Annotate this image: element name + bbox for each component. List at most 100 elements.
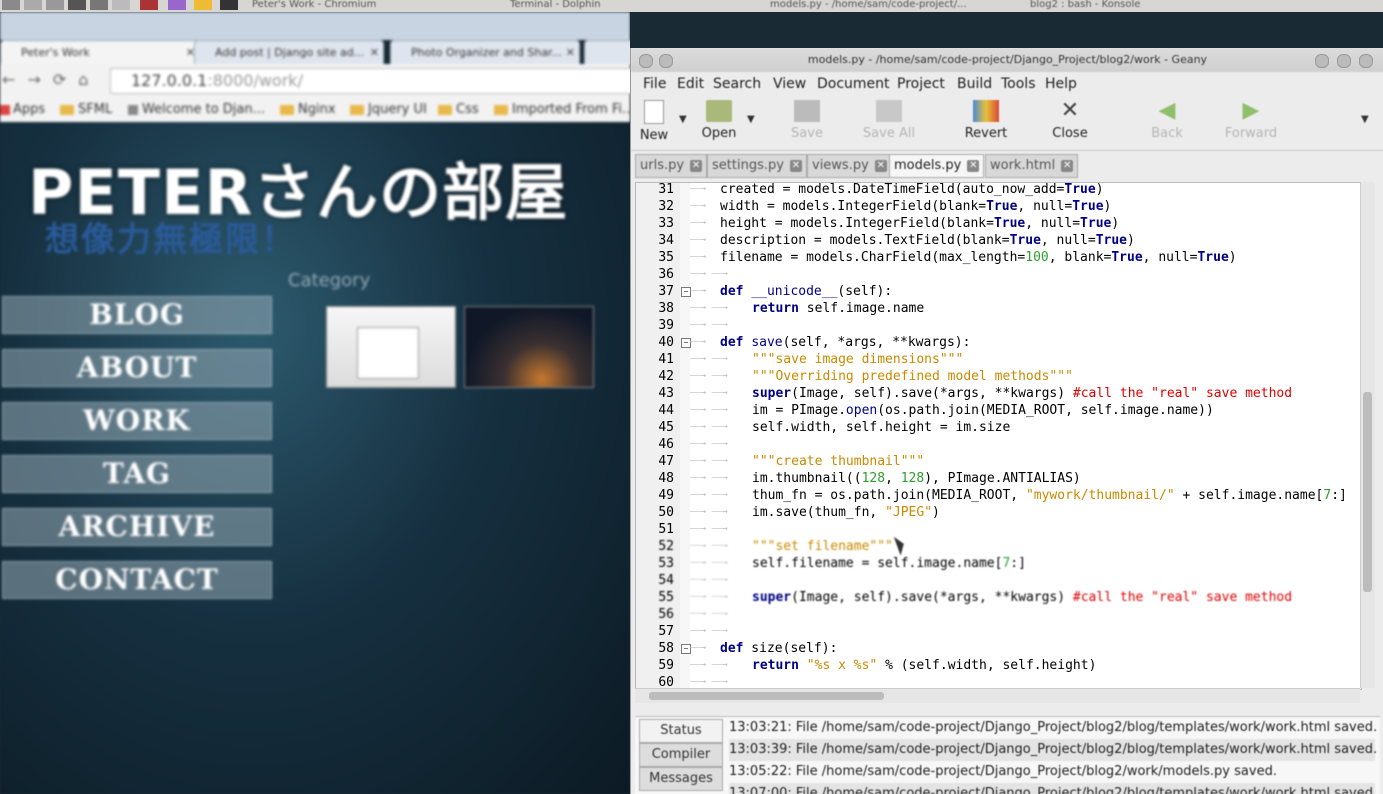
home-icon[interactable]: ⌂	[78, 70, 100, 89]
bookmark-folder[interactable]: SFML	[60, 102, 112, 117]
code-line[interactable]: 48 ——→ ——→ im.thumbnail((128, 128), PImage…	[636, 470, 1361, 487]
code-line[interactable]: 56 ——→ ——→	[636, 606, 1361, 623]
vertical-scrollbar[interactable]	[1360, 182, 1375, 688]
launcher-icon[interactable]	[194, 0, 212, 10]
save-all-button[interactable]: Save All	[859, 100, 919, 141]
bookmark-folder[interactable]: Css	[438, 102, 479, 117]
close-icon[interactable]: ✕	[566, 41, 575, 65]
code-line[interactable]: 39 ——→ ——→	[636, 317, 1361, 334]
tab-compiler[interactable]: Compiler	[639, 743, 723, 767]
code-line[interactable]: 32 ——→ width = models.IntegerField(blank=T…	[636, 198, 1361, 215]
back-button[interactable]: ◀ Back	[1147, 100, 1187, 142]
nav-tag-button[interactable]: TAG	[2, 455, 272, 493]
close-tab-icon[interactable]: ✕	[1061, 160, 1074, 172]
tab-work-html[interactable]: work.html ✕	[985, 154, 1079, 178]
code-line[interactable]: 40− ——→ def save(self, *args, **kwargs):	[636, 334, 1361, 351]
code-line[interactable]: 58− ——→ def size(self):	[636, 640, 1361, 657]
menu-search[interactable]: Search	[713, 76, 761, 92]
tab-models[interactable]: models.py ✕	[889, 154, 985, 178]
code-line[interactable]: 57 ——→ ——→	[636, 623, 1361, 640]
bookmark-folder[interactable]: Nginx	[280, 102, 336, 117]
code-line[interactable]: 51 ——→ ——→	[636, 521, 1361, 538]
nav-contact-button[interactable]: CONTACT	[2, 561, 272, 599]
taskbar-item[interactable]: models.py - /home/sam/code-project/...	[770, 0, 967, 12]
code-line[interactable]: 49 ——→ ——→ thum_fn = os.path.join(MEDIA_RO…	[636, 487, 1361, 504]
menu-document[interactable]: Document	[817, 76, 890, 92]
bookmark-folder[interactable]: Imported From Fi...	[494, 102, 630, 117]
code-line[interactable]: 54 ——→ ——→	[636, 572, 1361, 589]
new-dropdown-icon[interactable]: ▼	[679, 114, 687, 125]
code-line[interactable]: 50 ——→ ——→ im.save(thum_fn, "JPEG")	[636, 504, 1361, 521]
nav-work-button[interactable]: WORK	[2, 402, 272, 440]
launcher-icon[interactable]	[220, 0, 238, 10]
bookmark-item[interactable]: Welcome to Djan...	[128, 102, 265, 117]
browser-tab[interactable]: Add post | Django site ad... ✕	[194, 40, 384, 65]
work-thumbnail[interactable]	[464, 306, 594, 388]
scrollbar-thumb[interactable]	[1363, 392, 1372, 592]
close-button[interactable]: ✕ Close	[1045, 100, 1095, 142]
code-line[interactable]: 36 ——→ ——→	[636, 266, 1361, 283]
minimize-icon[interactable]	[1315, 54, 1329, 68]
code-line[interactable]: 45 ——→ ——→ self.width, self.height = im.si…	[636, 419, 1361, 436]
open-button[interactable]: Open	[699, 100, 739, 141]
code-line[interactable]: 59 ——→ ——→ return "%s x %s" % (self.width,…	[636, 657, 1361, 674]
launcher-icon[interactable]	[2, 0, 20, 10]
code-line[interactable]: 33 ——→ height = models.IntegerField(blank=…	[636, 215, 1361, 232]
close-tab-icon[interactable]: ✕	[967, 160, 980, 172]
menu-build[interactable]: Build	[957, 76, 992, 92]
reload-icon[interactable]: ⟳	[53, 70, 78, 89]
bookmark-folder[interactable]: Jquery UI	[350, 102, 427, 117]
tab-status[interactable]: Status	[639, 719, 723, 743]
close-tab-icon[interactable]: ✕	[874, 160, 887, 172]
horizontal-scrollbar[interactable]	[635, 688, 1360, 703]
browser-tab[interactable]: Photo Organizer and Shar... ✕	[390, 40, 580, 65]
taskbar-item[interactable]: Peter's Work - Chromium	[252, 0, 376, 12]
forward-icon[interactable]: →	[27, 70, 52, 89]
code-editor[interactable]: 31 ——→ created = models.DateTimeField(auto…	[635, 182, 1362, 690]
code-line[interactable]: 35 ——→ filename = models.CharField(max_len…	[636, 249, 1361, 266]
launcher-icon[interactable]	[46, 0, 64, 10]
launcher-icon[interactable]	[24, 0, 42, 10]
tab-urls[interactable]: urls.py ✕	[635, 154, 708, 178]
launcher-icon[interactable]	[68, 0, 86, 10]
forward-button[interactable]: ▶ Forward	[1223, 100, 1279, 142]
close-icon[interactable]: ✕	[370, 41, 379, 65]
code-line[interactable]: 31 ——→ created = models.DateTimeField(auto…	[636, 183, 1361, 198]
browser-tab[interactable]: Peter's Work ✕	[0, 40, 200, 65]
revert-button[interactable]: Revert	[961, 100, 1011, 141]
code-line[interactable]: 34 ——→ description = models.TextField(blan…	[636, 232, 1361, 249]
nav-archive-button[interactable]: ARCHIVE	[2, 508, 272, 546]
menu-file[interactable]: File	[643, 76, 666, 92]
new-button[interactable]: New	[639, 100, 669, 143]
window-menu-icon[interactable]	[639, 54, 653, 68]
taskbar-item[interactable]: Terminal - Dolphin	[510, 0, 601, 12]
code-line[interactable]: 44 ——→ ——→ im = PImage.open(os.path.join(M…	[636, 402, 1361, 419]
nav-blog-button[interactable]: BLOG	[2, 296, 272, 334]
launcher-icon[interactable]	[112, 0, 130, 10]
code-line[interactable]: 46 ——→ ——→	[636, 436, 1361, 453]
code-line[interactable]: 43 ——→ ——→ super(Image, self).save(*args, …	[636, 385, 1361, 402]
code-line[interactable]: 42 ——→ ——→ """Overriding predefined model …	[636, 368, 1361, 385]
scrollbar-thumb[interactable]	[649, 692, 884, 700]
menu-help[interactable]: Help	[1045, 76, 1077, 92]
menu-view[interactable]: View	[773, 76, 806, 92]
launcher-icon[interactable]	[168, 0, 186, 10]
code-line[interactable]: 47 ——→ ——→ """create thumbnail"""	[636, 453, 1361, 470]
menu-project[interactable]: Project	[897, 76, 945, 92]
launcher-icon[interactable]	[90, 0, 108, 10]
nav-about-button[interactable]: ABOUT	[2, 349, 272, 387]
code-line[interactable]: 52 ——→ ——→ """set filename"""	[636, 538, 1361, 555]
address-bar[interactable]: 127.0.0.1:8000/work/	[110, 68, 630, 94]
save-button[interactable]: Save	[787, 100, 827, 141]
close-tab-icon[interactable]: ✕	[690, 160, 703, 172]
menu-tools[interactable]: Tools	[1001, 76, 1036, 92]
window-pin-icon[interactable]	[659, 54, 673, 68]
close-tab-icon[interactable]: ✕	[789, 160, 802, 172]
code-line[interactable]: 41 ——→ ——→ """save image dimensions"""	[636, 351, 1361, 368]
launcher-icon[interactable]	[140, 0, 158, 10]
tab-settings[interactable]: settings.py ✕	[707, 154, 807, 178]
maximize-icon[interactable]	[1337, 54, 1351, 68]
taskbar-item[interactable]: blog2 : bash - Konsole	[1030, 0, 1140, 12]
tab-views[interactable]: views.py ✕	[807, 154, 892, 178]
work-thumbnail[interactable]	[326, 306, 456, 388]
